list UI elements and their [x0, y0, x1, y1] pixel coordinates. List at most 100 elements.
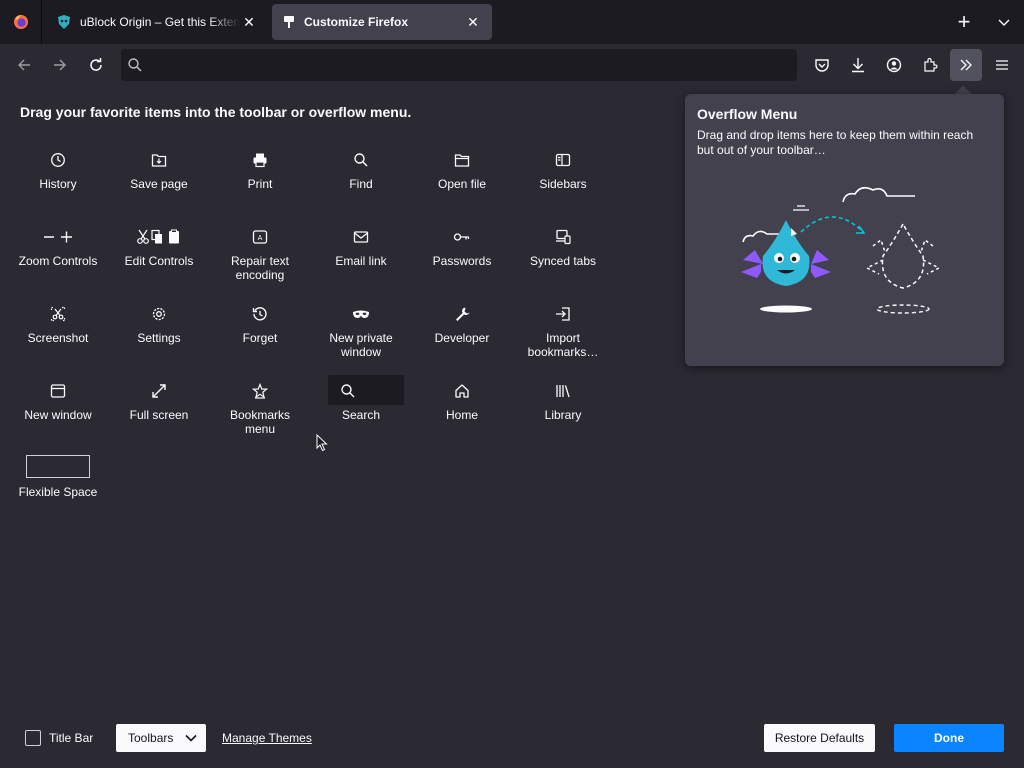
palette-item-label: Zoom Controls	[18, 254, 98, 268]
palette-item-repair-text-encoding[interactable]: A Repair text encoding	[210, 217, 310, 282]
palette-item-label: Find	[349, 177, 373, 191]
extensions-icon[interactable]	[914, 49, 946, 81]
email-icon	[311, 225, 411, 249]
palette-item-label: Library	[544, 408, 582, 422]
palette-item-bookmarks-menu[interactable]: Bookmarks menu	[210, 371, 310, 436]
customize-footer: Title Bar Toolbars Manage Themes Restore…	[0, 720, 1024, 756]
palette-item-import-bookmarks[interactable]: Import bookmarks…	[513, 294, 613, 359]
customize-heading: Drag your favorite items into the toolba…	[20, 104, 412, 120]
palette-item-find[interactable]: Find	[311, 140, 411, 191]
palette-item-passwords[interactable]: Passwords	[412, 217, 512, 268]
palette-item-save-page[interactable]: Save page	[109, 140, 209, 191]
mouse-cursor-icon	[316, 434, 328, 452]
palette-item-history[interactable]: History	[8, 140, 108, 191]
tab-customize-firefox[interactable]: Customize Firefox ✕	[272, 4, 492, 40]
restore-defaults-button[interactable]: Restore Defaults	[764, 724, 875, 752]
palette-item-forget[interactable]: Forget	[210, 294, 310, 345]
gear-icon	[109, 302, 209, 326]
title-bar-toggle[interactable]: Title Bar	[25, 730, 93, 746]
back-arrow-icon[interactable]	[6, 49, 42, 81]
key-icon	[412, 225, 512, 249]
palette-item-edit-controls[interactable]: Edit Controls	[109, 217, 209, 268]
palette-item-label: Import bookmarks…	[527, 331, 599, 359]
new-window-icon	[8, 379, 108, 403]
close-tab-icon[interactable]: ✕	[240, 13, 258, 31]
palette-item-label: Open file	[437, 177, 487, 191]
palette-item-new-private-window[interactable]: New private window	[311, 294, 411, 359]
panel-title: Overflow Menu	[697, 106, 798, 122]
palette-item-synced-tabs[interactable]: Synced tabs	[513, 217, 613, 268]
palette-item-label: Screenshot	[27, 331, 89, 345]
palette-item-sidebars[interactable]: Sidebars	[513, 140, 613, 191]
palette-item-zoom-controls[interactable]: Zoom Controls	[8, 217, 108, 268]
toolbars-dropdown[interactable]: Toolbars	[116, 724, 206, 752]
downloads-icon[interactable]	[842, 49, 874, 81]
panel-description: Drag and drop items here to keep them wi…	[697, 128, 974, 157]
palette-item-label: Bookmarks menu	[229, 408, 291, 436]
palette-item-label: New private window	[329, 331, 393, 359]
account-icon[interactable]	[878, 49, 910, 81]
firefox-logo-icon[interactable]	[0, 0, 42, 44]
zoom-controls-icon	[8, 225, 108, 249]
pocket-icon[interactable]	[806, 49, 838, 81]
bookmarks-star-icon	[210, 379, 310, 403]
title-bar-checkbox[interactable]	[25, 730, 41, 746]
palette-item-label: Edit Controls	[124, 254, 194, 268]
palette-item-label: Home	[445, 408, 478, 422]
library-icon	[513, 379, 613, 403]
nav-bar	[0, 44, 1024, 86]
overflow-menu-panel[interactable]: Overflow Menu Drag and drop items here t…	[685, 94, 1004, 366]
palette-item-label: Synced tabs	[529, 254, 597, 268]
palette-item-label: New window	[24, 408, 92, 422]
palette-item-developer[interactable]: Developer	[412, 294, 512, 345]
palette-item-label: Full screen	[129, 408, 189, 422]
done-button[interactable]: Done	[894, 724, 1004, 752]
url-bar[interactable]	[121, 49, 797, 81]
save-page-icon	[109, 148, 209, 172]
chevron-down-icon[interactable]	[984, 0, 1024, 44]
palette-item-new-window[interactable]: New window	[8, 371, 108, 422]
find-icon	[311, 148, 411, 172]
flexible-space-preview[interactable]	[26, 455, 90, 478]
tab-title: Customize Firefox	[304, 15, 409, 29]
manage-themes-link[interactable]: Manage Themes	[222, 731, 312, 745]
palette-item-label: Repair text encoding	[230, 254, 290, 282]
overflow-chevrons-icon[interactable]	[950, 49, 982, 81]
palette-item-label: Email link	[335, 254, 387, 268]
palette-item-label: Developer	[434, 331, 490, 345]
palette-item-print[interactable]: Print	[210, 140, 310, 191]
import-icon	[513, 302, 613, 326]
palette-item-full-screen[interactable]: Full screen	[109, 371, 209, 422]
forward-arrow-icon[interactable]	[42, 49, 78, 81]
synced-tabs-icon	[513, 225, 613, 249]
hamburger-menu-icon[interactable]	[986, 49, 1018, 81]
new-tab-button[interactable]: +	[944, 0, 984, 44]
title-bar-label: Title Bar	[49, 731, 94, 745]
palette-item-label: Print	[247, 177, 273, 191]
toolbars-label: Toolbars	[128, 731, 174, 745]
fullscreen-icon	[109, 379, 209, 403]
home-icon	[412, 379, 512, 403]
tab-title: uBlock Origin – Get this Extension for F…	[80, 15, 240, 29]
wrench-icon	[412, 302, 512, 326]
close-tab-icon[interactable]: ✕	[464, 13, 482, 31]
ublock-icon	[56, 14, 72, 30]
reload-icon[interactable]	[78, 49, 114, 81]
palette-item-label: Settings	[137, 331, 181, 345]
tab-ublock[interactable]: uBlock Origin – Get this Extension for F…	[46, 4, 268, 40]
palette-item-label: Passwords	[432, 254, 492, 268]
forget-icon	[210, 302, 310, 326]
palette-item-search[interactable]: Search	[311, 371, 411, 422]
palette-item-settings[interactable]: Settings	[109, 294, 209, 345]
sidebars-icon	[513, 148, 613, 172]
palette-item-label: Forget	[242, 331, 278, 345]
palette-item-library[interactable]: Library	[513, 371, 613, 422]
palette-item-open-file[interactable]: Open file	[412, 140, 512, 191]
print-icon	[210, 148, 310, 172]
palette-item-home[interactable]: Home	[412, 371, 512, 422]
overflow-illustration-icon	[733, 182, 963, 322]
palette-item-screenshot[interactable]: Screenshot	[8, 294, 108, 345]
search-icon	[127, 57, 143, 73]
palette-item-email-link[interactable]: Email link	[311, 217, 411, 268]
screenshot-icon	[8, 302, 108, 326]
